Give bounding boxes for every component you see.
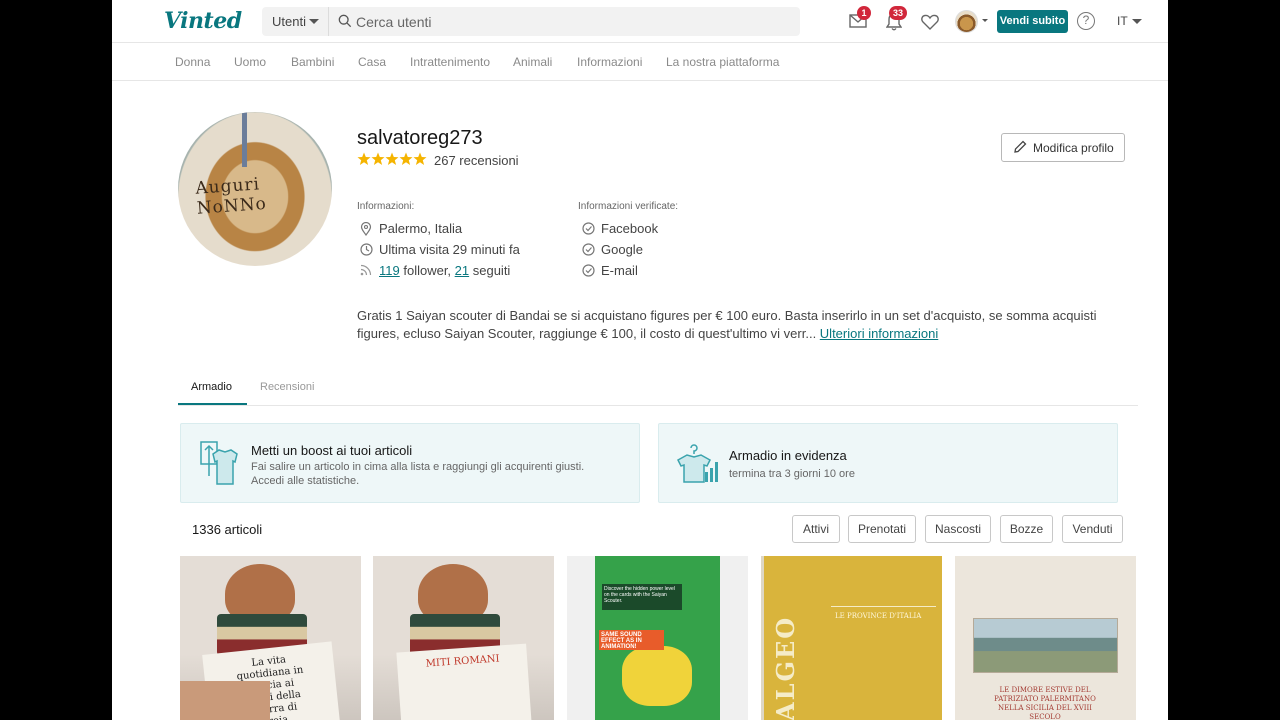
following-link[interactable]: 21 [455, 263, 469, 278]
filter-bozze-button[interactable]: Bozze [1000, 515, 1053, 543]
item-4-spine: ALGEO [771, 615, 800, 720]
info-heading: Informazioni: [357, 201, 415, 212]
book-cover: MITI ROMANI [396, 643, 532, 720]
search-bar: Utenti [262, 7, 800, 36]
notifications-badge: 33 [889, 6, 908, 20]
item-card-5[interactable]: LE DIMORE ESTIVE DEL PATRIZIATO PALERMIT… [955, 556, 1136, 720]
nav-item-intrattenimento[interactable]: Intrattenimento [410, 55, 490, 69]
profile-tabs: Armadio Recensioni [178, 369, 1138, 406]
item-2-cover-text: MITI ROMANI [425, 653, 500, 670]
vinted-logo[interactable]: Vinted [164, 8, 242, 34]
search-icon [338, 14, 352, 28]
sell-now-button[interactable]: Vendi subito [997, 10, 1068, 33]
filter-nascosti-button[interactable]: Nascosti [925, 515, 991, 543]
help-icon[interactable]: ? [1077, 12, 1095, 30]
heart-icon [921, 14, 939, 30]
about-text: Gratis 1 Saiyan scouter di Bandai se si … [357, 308, 1097, 341]
featured-closet-title: Armadio in evidenza [729, 448, 847, 463]
profile-photo-text: Auguri NoNNo [194, 174, 268, 219]
last-seen-text: Ultima visita 29 minuti fa [379, 242, 520, 257]
check-circle-icon [582, 264, 595, 277]
item-3-banner: SAME SOUND EFFECT AS IN ANIMATION! [599, 630, 664, 650]
rss-icon [360, 264, 372, 276]
notifications-button[interactable]: 33 [884, 6, 908, 33]
tab-recensioni[interactable]: Recensioni [260, 381, 314, 393]
verified-email: E-mail [601, 263, 638, 278]
filter-attivi-button[interactable]: Attivi [792, 515, 840, 543]
boost-shirt-icon [200, 441, 238, 485]
verified-google: Google [601, 242, 643, 257]
user-avatar-menu[interactable] [955, 10, 978, 33]
scouter-graphic [622, 646, 692, 706]
filter-venduti-button[interactable]: Venduti [1062, 515, 1123, 543]
item-card-2[interactable]: MITI ROMANI [373, 556, 554, 720]
boost-promo-card[interactable]: Metti un boost ai tuoi articoli Fai sali… [180, 423, 640, 503]
more-info-link[interactable]: Ulteriori informazioni [820, 326, 938, 341]
nav-item-informazioni[interactable]: Informazioni [577, 55, 642, 69]
search-category-label: Utenti [272, 14, 306, 29]
language-selector[interactable]: IT [1117, 14, 1128, 28]
item-card-1[interactable]: La vita quotidiana in Grecia ai tempi de… [180, 556, 361, 720]
pencil-icon [1014, 140, 1027, 153]
boost-promo-title: Metti un boost ai tuoi articoli [251, 443, 413, 458]
nav-item-piattaforma[interactable]: La nostra piattaforma [666, 55, 779, 69]
profile-username: salvatoreg273 [357, 127, 483, 149]
location-pin-icon [360, 222, 372, 236]
active-tab-indicator [178, 403, 247, 405]
profile-photo: Auguri NoNNo [178, 112, 332, 266]
landscape-painting [973, 618, 1118, 673]
item-3-info-text: Discover the hidden power level on the c… [602, 584, 682, 610]
candle [242, 112, 247, 167]
items-count: 1336 articoli [192, 522, 263, 537]
edit-profile-button[interactable]: Modifica profilo [1001, 133, 1125, 162]
chevron-down-icon [1132, 19, 1142, 24]
top-bar: Vinted Utenti 1 33 Vendi subito ? IT [112, 0, 1168, 43]
featured-closet-subtitle: termina tra 3 giorni 10 ore [729, 468, 855, 480]
hanger-chart-icon [677, 444, 718, 483]
messages-badge: 1 [857, 6, 871, 20]
check-circle-icon [582, 222, 595, 235]
edit-profile-label: Modifica profilo [1033, 141, 1114, 155]
rating-stars-icon[interactable] [357, 152, 427, 166]
nav-item-donna[interactable]: Donna [175, 55, 210, 69]
boost-promo-subtitle: Fai salire un articolo in cima alla list… [251, 460, 631, 488]
item-4-title: LE PROVINCE D'ITALIA [835, 612, 922, 620]
item-5-caption: LE DIMORE ESTIVE DEL PATRIZIATO PALERMIT… [994, 686, 1096, 720]
profile-about: Gratis 1 Saiyan scouter di Bandai se si … [357, 307, 1127, 343]
verified-heading: Informazioni verificate: [578, 201, 679, 212]
boost-statistics-link[interactable]: Accedi alle statistiche. [251, 475, 359, 487]
followers-link[interactable]: 119 [379, 263, 400, 278]
filter-prenotati-button[interactable]: Prenotati [848, 515, 916, 543]
verified-facebook: Facebook [601, 221, 659, 236]
clock-icon [360, 243, 373, 256]
messages-button[interactable]: 1 [847, 6, 871, 33]
item-card-3[interactable]: Discover the hidden power level on the c… [567, 556, 748, 720]
check-circle-icon [582, 243, 595, 256]
chevron-down-icon [982, 19, 988, 22]
search-category-dropdown[interactable]: Utenti [262, 7, 329, 36]
page: Vinted Utenti 1 33 Vendi subito ? IT Don [112, 0, 1168, 720]
search-input[interactable] [356, 7, 786, 36]
featured-closet-card[interactable]: Armadio in evidenza termina tra 3 giorni… [658, 423, 1118, 503]
nav-item-uomo[interactable]: Uomo [234, 55, 266, 69]
tab-armadio[interactable]: Armadio [191, 381, 232, 393]
followers-label: follower, [399, 263, 455, 278]
item-card-4[interactable]: ALGEO LE PROVINCE D'ITALIA [761, 556, 942, 720]
boost-promo-text: Fai salire un articolo in cima alla list… [251, 461, 585, 473]
nav-item-animali[interactable]: Animali [513, 55, 552, 69]
location-text: Palermo, Italia [379, 221, 463, 236]
category-nav: Donna Uomo Bambini Casa Intrattenimento … [112, 43, 1168, 81]
nav-item-casa[interactable]: Casa [358, 55, 386, 69]
chevron-down-icon [309, 19, 319, 24]
divider [831, 606, 936, 607]
favorites-button[interactable] [920, 11, 942, 33]
reviews-count[interactable]: 267 recensioni [434, 153, 519, 168]
following-label: seguiti [469, 263, 511, 278]
nav-item-bambini[interactable]: Bambini [291, 55, 334, 69]
book-art [180, 681, 270, 720]
